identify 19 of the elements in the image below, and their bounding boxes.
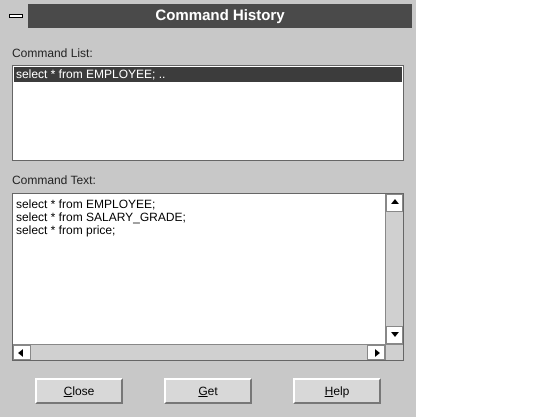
text-label: Command Text: [12,172,97,189]
command-line: select * from EMPLOYEE; [16,198,156,211]
scroll-right-button[interactable] [367,345,385,360]
list-label: Command List: [12,45,94,62]
vertical-scrollbar[interactable] [385,194,403,344]
command-line: select * from price; [16,224,116,237]
scroll-down-button[interactable] [386,326,403,344]
command-text-area[interactable]: select * from EMPLOYEE; select * from SALARY_GRADE; select * from price; [12,193,404,361]
scroll-up-button[interactable] [386,194,403,212]
horizontal-scrollbar[interactable] [13,344,385,360]
scroll-left-button[interactable] [13,345,31,360]
dialog-button[interactable]: Close [35,378,123,404]
dialog-button[interactable]: Get [164,378,252,404]
window-title: Command History [154,6,286,26]
dialog-button[interactable]: Help [293,378,381,404]
command-line: select * from SALARY_GRADE; [16,211,187,224]
list-item[interactable]: select * from EMPLOYEE; .. [14,67,402,82]
command-list[interactable]: select * from EMPLOYEE; .. [12,65,404,161]
scrollbar-corner [385,344,403,360]
